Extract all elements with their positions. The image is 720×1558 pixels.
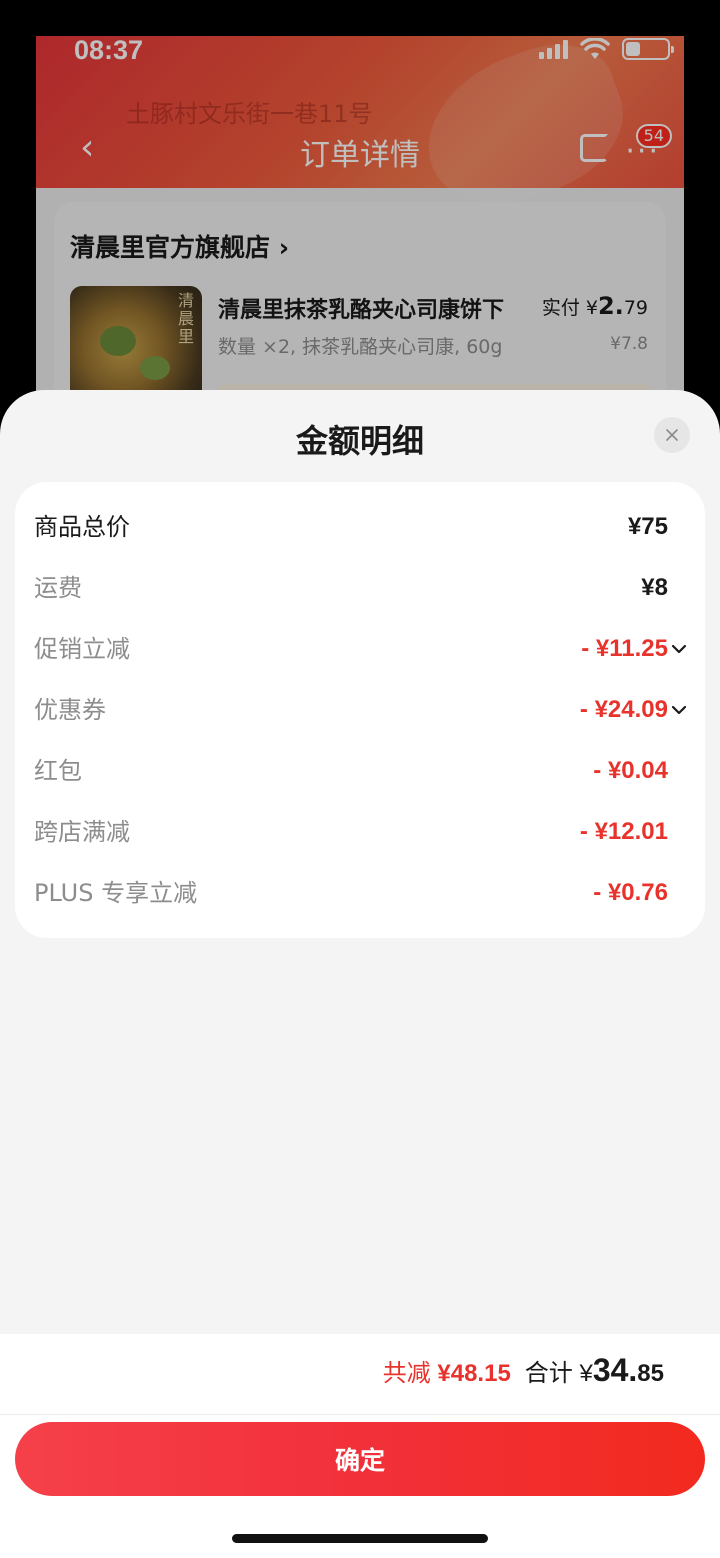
total-label: 合计 ¥ bbox=[524, 1360, 593, 1387]
row-item-total: 商品总价 ¥75 bbox=[15, 505, 705, 549]
row-cross-store: 跨店满减 - ¥12.01 bbox=[15, 810, 705, 854]
total-amount: 合计 ¥34.85 bbox=[525, 1352, 664, 1389]
row-coupon[interactable]: 优惠券 - ¥24.09 bbox=[15, 688, 705, 732]
row-value: - ¥12.01 bbox=[579, 818, 668, 845]
chevron-down-icon[interactable] bbox=[669, 700, 689, 720]
divider bbox=[0, 1414, 720, 1415]
amount-detail-card: 商品总价 ¥75 运费 ¥8 促销立减 - ¥11.25 优惠券 - ¥24.0… bbox=[15, 482, 705, 938]
row-value: - ¥24.09 bbox=[579, 696, 668, 723]
row-label: 运费 bbox=[34, 574, 82, 602]
row-label: 红包 bbox=[34, 757, 82, 785]
row-label: PLUS 专享立减 bbox=[34, 879, 198, 907]
row-shipping: 运费 ¥8 bbox=[15, 566, 705, 610]
confirm-button[interactable]: 确定 bbox=[15, 1422, 705, 1496]
sheet-title: 金额明细 bbox=[295, 422, 424, 460]
row-value: ¥8 bbox=[641, 574, 668, 601]
saved-amount: 共减 ¥48.15 bbox=[383, 1353, 511, 1388]
totals: 共减 ¥48.15 合计 ¥34.85 bbox=[383, 1352, 664, 1398]
chevron-down-icon[interactable] bbox=[669, 639, 689, 659]
row-label: 跨店满减 bbox=[34, 818, 130, 846]
home-indicator[interactable] bbox=[232, 1534, 488, 1543]
dim-overlay[interactable] bbox=[0, 0, 720, 440]
saved-value: ¥48.15 bbox=[437, 1360, 511, 1387]
row-red-packet: 红包 - ¥0.04 bbox=[15, 749, 705, 793]
bottom-bar: 共减 ¥48.15 合计 ¥34.85 确定 bbox=[0, 1334, 720, 1558]
row-plus: PLUS 专享立减 - ¥0.76 bbox=[15, 871, 705, 915]
total-int: 34. bbox=[592, 1352, 638, 1388]
close-button[interactable] bbox=[654, 417, 690, 453]
phone-screen: 08:37 土豚村文乐街一巷11号 ‹ 订单详情 ··· 54 清晨里官方旗舰店… bbox=[0, 0, 720, 1558]
total-dec: 85 bbox=[637, 1360, 664, 1387]
amount-detail-sheet: 金额明细 商品总价 ¥75 运费 ¥8 促销立减 - ¥11.25 优惠券 - … bbox=[0, 390, 720, 1558]
row-value: - ¥0.04 bbox=[593, 757, 668, 784]
row-label: 促销立减 bbox=[34, 635, 130, 663]
close-icon bbox=[666, 429, 678, 441]
row-label: 商品总价 bbox=[34, 513, 130, 541]
row-value: ¥75 bbox=[627, 513, 668, 540]
row-promotion[interactable]: 促销立减 - ¥11.25 bbox=[15, 627, 705, 671]
saved-label: 共减 bbox=[382, 1360, 431, 1387]
row-label: 优惠券 bbox=[34, 696, 106, 724]
row-value: - ¥0.76 bbox=[593, 879, 668, 906]
row-value: - ¥11.25 bbox=[581, 635, 668, 662]
